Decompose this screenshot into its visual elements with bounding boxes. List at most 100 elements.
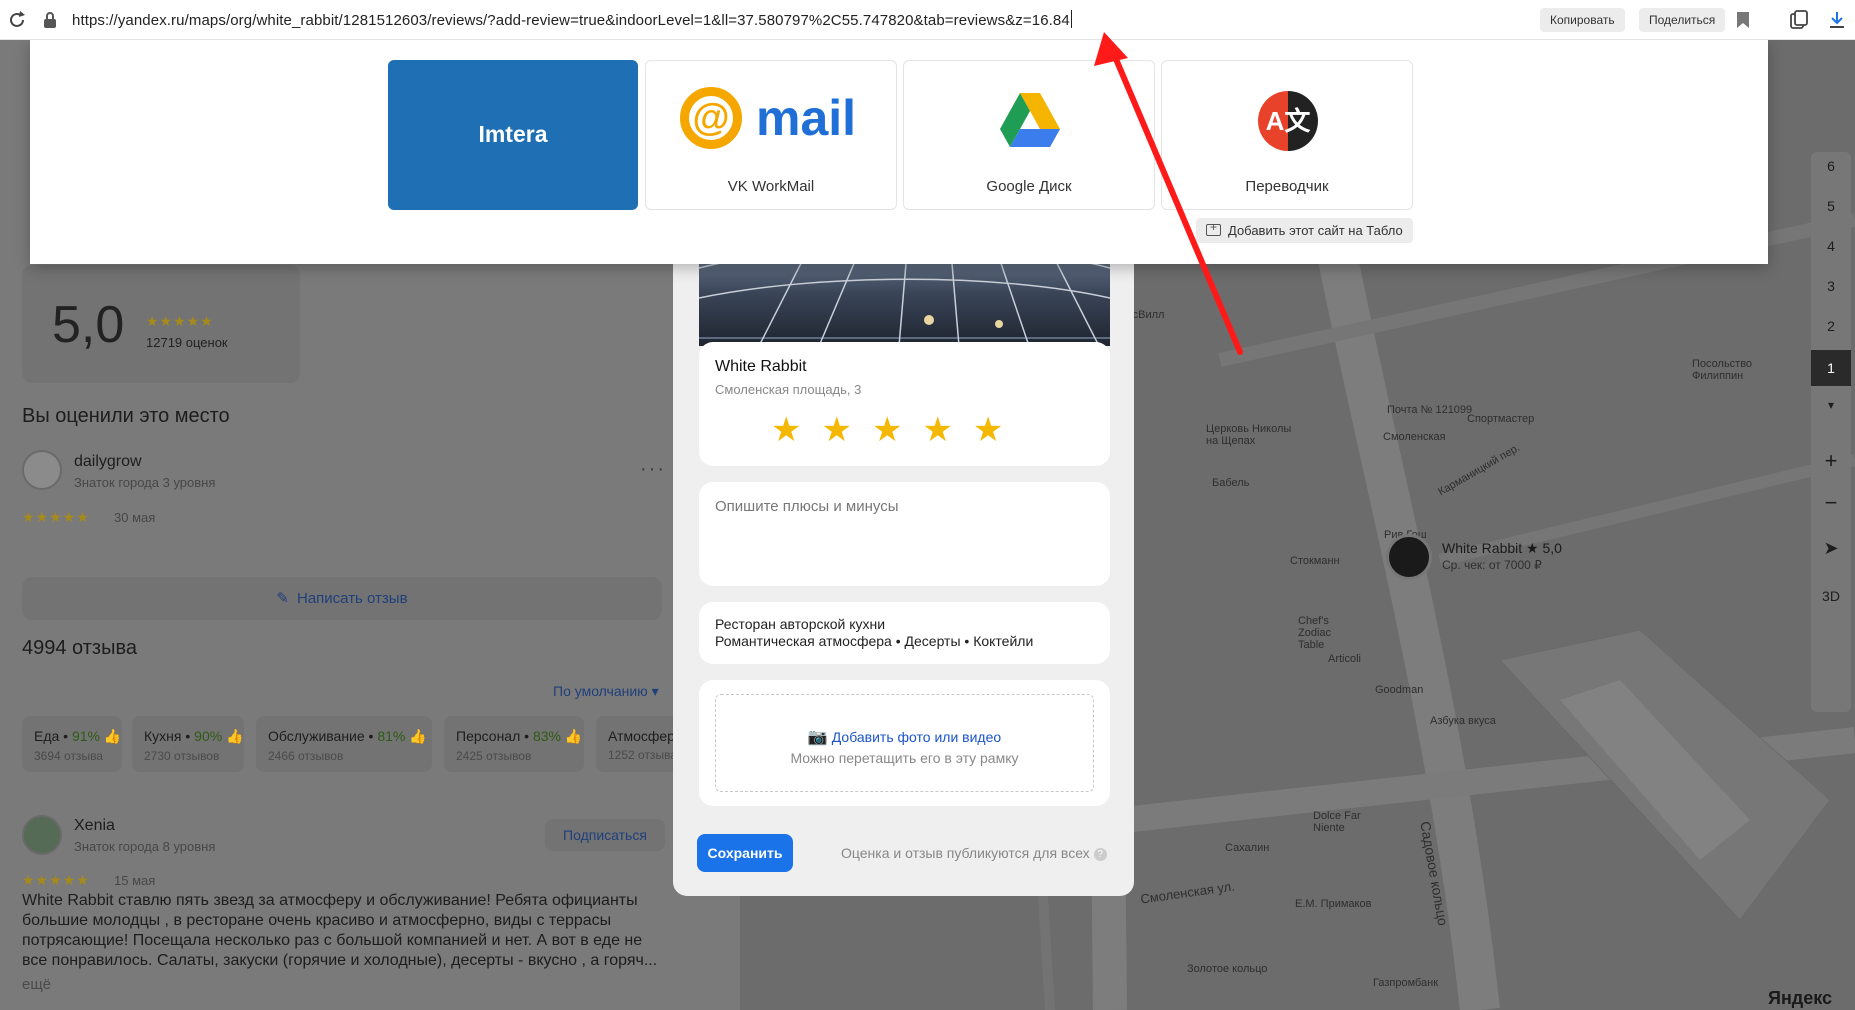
url-input[interactable]: https://yandex.ru/maps/org/white_rabbit/… <box>72 10 1072 29</box>
thumb-up-icon: 👍 <box>226 728 244 744</box>
place-pin-label[interactable]: White Rabbit ★ 5,0 <box>1442 540 1562 557</box>
map-label: Почта № 121099 <box>1387 404 1473 416</box>
place-pin-check: Ср. чек: от 7000 ₽ <box>1442 558 1542 572</box>
rating-count: 12719 оценок <box>146 335 228 350</box>
translate-icon: A文 <box>1258 91 1318 151</box>
add-site-label: Добавить этот сайт на Табло <box>1228 223 1403 238</box>
floor-level[interactable]: 3 <box>1811 278 1851 294</box>
aspect-count: 2730 отзывов <box>144 749 220 763</box>
write-review-button[interactable]: ✎ Написать отзыв <box>22 577 662 620</box>
pencil-icon: ✎ <box>276 590 289 607</box>
media-upload-card: 📷 Добавить фото или видео Можно перетащит… <box>699 680 1110 806</box>
floor-level[interactable]: 4 <box>1811 238 1851 254</box>
aspect-count: 2425 отзывов <box>456 749 532 763</box>
map-label: Смоленская <box>1383 431 1446 443</box>
place-tags-card: Ресторан авторской кухни Романтическая а… <box>699 602 1110 664</box>
floor-level[interactable]: 6 <box>1811 158 1851 174</box>
my-rating-stars: ★★★★★ <box>22 509 90 525</box>
tile-label: Google Диск <box>986 178 1072 195</box>
publish-note-text: Оценка и отзыв публикуются для всех <box>841 845 1090 861</box>
speed-dial-tile-google-drive[interactable]: Google Диск <box>903 60 1155 210</box>
map-label: Chef's Zodiac Table <box>1298 615 1332 651</box>
downloads-icon[interactable] <box>1826 9 1848 31</box>
more-options-icon[interactable]: ··· <box>640 458 666 481</box>
aspect-percent: 91% <box>71 728 101 744</box>
add-to-speed-dial-button[interactable]: Добавить этот сайт на Табло <box>1196 218 1413 243</box>
read-more-link[interactable]: ещё <box>22 976 51 993</box>
reviewer-name[interactable]: Xenia <box>74 817 115 835</box>
reviews-count-heading: 4994 отзыва <box>22 637 137 659</box>
upload-title[interactable]: Добавить фото или видео <box>832 729 1001 745</box>
map-label: Спортмастер <box>1467 413 1535 425</box>
share-button[interactable]: Поделиться <box>1639 8 1726 32</box>
map-label: Сахалин <box>1225 842 1270 854</box>
chevron-down-icon[interactable]: ▾ <box>1811 398 1851 412</box>
review-placeholder: Опишите плюсы и минусы <box>715 498 899 515</box>
aspect-count: 2466 отзывов <box>268 749 344 763</box>
floor-level-active[interactable]: 1 <box>1811 350 1851 386</box>
locate-me-icon[interactable]: ➤ <box>1811 538 1851 559</box>
write-review-label: Написать отзыв <box>297 590 408 607</box>
reload-icon[interactable] <box>6 9 28 31</box>
url-text: https://yandex.ru/maps/org/white_rabbit/… <box>72 12 1070 29</box>
camera-icon: 📷 <box>807 729 828 746</box>
aspect-percent: 90% <box>194 728 223 744</box>
media-dropzone[interactable]: 📷 Добавить фото или видео Можно перетащит… <box>715 694 1094 792</box>
tile-label: VK WorkMail <box>727 178 815 195</box>
my-user-name[interactable]: dailygrow <box>74 453 142 471</box>
browser-address-bar: https://yandex.ru/maps/org/white_rabbit/… <box>0 0 1855 40</box>
zoom-out-icon[interactable]: − <box>1811 490 1851 516</box>
speed-dial-tile-translator[interactable]: A文 Переводчик <box>1161 60 1413 210</box>
zoom-in-icon[interactable]: + <box>1811 448 1851 474</box>
lock-icon[interactable] <box>42 11 58 29</box>
copy-url-button[interactable]: Копировать <box>1540 8 1625 32</box>
subscribe-button[interactable]: Подписаться <box>545 819 665 851</box>
aspect-chip[interactable]: Обслуживание • 81% 👍 2466 отзывов <box>256 716 432 772</box>
publish-note: Оценка и отзыв публикуются для всех? <box>841 845 1107 861</box>
reviewer-level: Знаток города 8 уровня <box>74 839 216 854</box>
review-form-modal: White Rabbit Смоленская площадь, 3 ★★★★★… <box>673 228 1134 896</box>
map-label: Азбука вкуса <box>1430 715 1496 727</box>
place-pin-icon[interactable] <box>1386 534 1432 580</box>
map-label: Dolce Far Niente <box>1313 810 1361 834</box>
speed-dial-tile-imtera[interactable]: Imtera <box>388 60 638 210</box>
sort-dropdown[interactable]: По умолчанию ▾ <box>553 683 659 700</box>
3d-toggle-icon[interactable]: 3D <box>1811 588 1851 604</box>
collections-icon[interactable] <box>1788 9 1810 31</box>
map-label: Goodman <box>1375 684 1424 696</box>
aspect-name: Атмосфера <box>608 728 683 744</box>
yandex-logo: Яндекс <box>1768 988 1833 1008</box>
my-review-date: 30 мая <box>114 510 156 525</box>
aspect-chip[interactable]: Персонал • 83% 👍 2425 отзывов <box>444 716 584 772</box>
review-date: 15 мая <box>114 873 156 888</box>
help-icon[interactable]: ? <box>1093 848 1107 861</box>
review-textarea[interactable]: Опишите плюсы и минусы <box>699 482 1110 586</box>
floor-level[interactable]: 2 <box>1811 318 1851 334</box>
aspect-percent: 83% <box>532 728 561 744</box>
review-stars: ★★★★★ <box>22 872 90 888</box>
map-label: Золотое кольцо <box>1187 963 1268 975</box>
star-rating-input[interactable]: ★★★★★ <box>771 410 1023 450</box>
google-drive-icon <box>1000 93 1060 147</box>
map-label: Посольство Филиппин <box>1692 358 1753 382</box>
sort-label: По умолчанию <box>553 683 648 699</box>
upload-hint: Можно перетащить его в эту рамку <box>790 750 1019 766</box>
review-text: White Rabbit ставлю пять звезд за атмосф… <box>22 892 658 969</box>
tags-line: Ресторан авторской кухни <box>715 616 886 632</box>
speed-dial-tile-vk-workmail[interactable]: @ mail VK WorkMail <box>645 60 897 210</box>
floor-level[interactable]: 5 <box>1811 198 1851 214</box>
map-label: Стокманн <box>1290 555 1340 567</box>
avatar <box>22 450 62 490</box>
bookmark-icon[interactable] <box>1736 11 1750 29</box>
avatar[interactable] <box>22 815 62 855</box>
aspect-chip[interactable]: Еда • 91% 👍 3694 отзыва <box>22 716 122 772</box>
rating-stars: ★★★★★ <box>146 313 214 329</box>
aspect-percent: 81% <box>377 728 406 744</box>
aspect-count: 3694 отзыва <box>34 749 103 763</box>
tile-label: Imtera <box>478 121 548 147</box>
thumb-up-icon: 👍 <box>564 728 583 744</box>
save-button[interactable]: Сохранить <box>697 834 793 872</box>
aspect-chip[interactable]: Кухня • 90% 👍 2730 отзывов <box>132 716 244 772</box>
aspect-name: Кухня <box>144 728 182 744</box>
place-rating-card: White Rabbit Смоленская площадь, 3 ★★★★★ <box>699 342 1110 466</box>
